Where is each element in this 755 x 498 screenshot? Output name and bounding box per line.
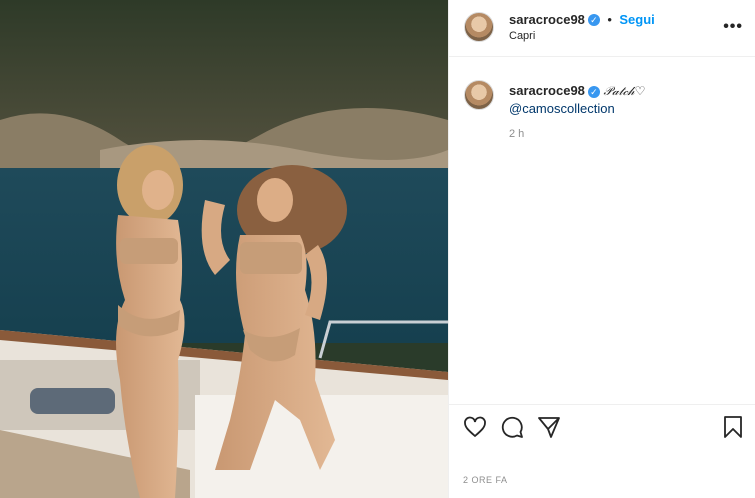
post-photo[interactable] [0,0,448,498]
comment-icon[interactable] [500,415,524,439]
mention-link[interactable]: @camoscollection [509,101,615,116]
paper-plane-icon[interactable] [537,415,561,439]
separator-dot: • [607,12,612,27]
caption: saracroce98 ✓ 𝒫𝒶𝓉𝒸𝒽♡ @camoscollection [509,82,744,117]
follow-button[interactable]: Segui [619,12,654,27]
caption-username-link[interactable]: saracroce98 [509,83,585,98]
username-link[interactable]: saracroce98 [509,12,585,27]
bookmark-icon[interactable] [721,415,745,439]
more-options-icon[interactable]: ••• [723,18,743,36]
action-bar [449,404,755,449]
post-header: saracroce98 ✓ • Segui Capri ••• [449,0,755,57]
post-timestamp: 2 ORE FA [463,475,508,485]
post-side-panel: saracroce98 ✓ • Segui Capri ••• saracroce… [448,0,755,498]
heart-icon[interactable] [463,415,487,439]
avatar[interactable] [464,12,494,42]
caption-text: 𝒫𝒶𝓉𝒸𝒽♡ [603,84,646,98]
caption-time: 2 h [509,128,525,140]
caption-avatar[interactable] [464,80,494,110]
header-user-row: saracroce98 ✓ • Segui [509,11,655,29]
verified-badge-icon: ✓ [587,13,600,26]
verified-badge-icon: ✓ [587,85,600,98]
location-link[interactable]: Capri [509,30,535,42]
